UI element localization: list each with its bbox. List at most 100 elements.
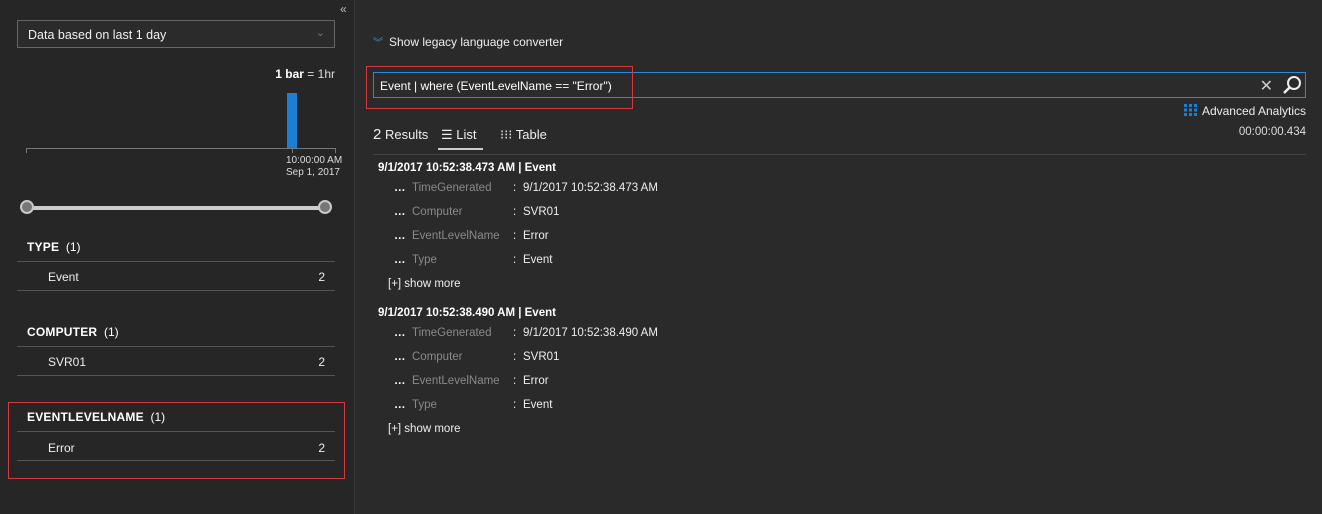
slider-handle-start[interactable] bbox=[20, 200, 34, 214]
double-chevron-down-icon: ︾ bbox=[373, 38, 383, 49]
field-menu-icon[interactable]: … bbox=[394, 182, 412, 194]
field-value[interactable]: 9/1/2017 10:52:38.473 AM bbox=[523, 182, 658, 194]
record-field: … Computer: SVR01 bbox=[394, 206, 559, 218]
field-separator: : bbox=[513, 206, 517, 218]
field-menu-icon[interactable]: … bbox=[394, 327, 412, 339]
facet-count: (1) bbox=[65, 240, 81, 254]
field-value[interactable]: SVR01 bbox=[523, 206, 559, 218]
record-field: … Type: Event bbox=[394, 399, 552, 411]
histogram-bar[interactable] bbox=[287, 93, 297, 148]
record-field: … TimeGenerated:9/1/2017 10:52:38.490 AM bbox=[394, 327, 658, 339]
results-label: Results bbox=[381, 127, 429, 142]
divider bbox=[17, 346, 335, 347]
field-name: Type bbox=[412, 254, 437, 266]
field-name: TimeGenerated bbox=[412, 182, 492, 194]
show-more-link[interactable]: [+] show more bbox=[388, 278, 461, 290]
histogram: 10:00:00 AM Sep 1, 2017 bbox=[26, 80, 342, 178]
field-value[interactable]: 9/1/2017 10:52:38.490 AM bbox=[523, 327, 658, 339]
histogram-tick bbox=[26, 148, 27, 153]
histogram-tick bbox=[335, 148, 336, 153]
field-separator: : bbox=[513, 375, 517, 387]
facet-item-count: 2 bbox=[318, 355, 325, 369]
advanced-analytics-link[interactable]: Advanced Analytics bbox=[1183, 104, 1306, 118]
field-separator: : bbox=[513, 351, 517, 363]
list-icon: ☰ bbox=[441, 127, 453, 142]
field-name: EventLevelName bbox=[412, 230, 500, 242]
advanced-analytics-label: Advanced Analytics bbox=[1201, 104, 1306, 118]
divider bbox=[373, 154, 1306, 155]
bar-legend-unit: 1 bar bbox=[275, 67, 304, 81]
results-count: 2 Results bbox=[373, 126, 428, 143]
search-icon[interactable] bbox=[1281, 74, 1303, 96]
field-name: Type bbox=[412, 399, 437, 411]
time-range-value: Data based on last 1 day bbox=[28, 28, 167, 42]
show-more-link[interactable]: [+] show more bbox=[388, 423, 461, 435]
divider bbox=[17, 261, 335, 262]
active-tab-indicator bbox=[438, 148, 483, 150]
facet-title: COMPUTER (1) bbox=[27, 325, 119, 339]
facet-type: TYPE (1) Event 2 bbox=[17, 240, 335, 292]
field-separator: : bbox=[513, 254, 517, 266]
field-menu-icon[interactable]: … bbox=[394, 399, 412, 411]
field-menu-icon[interactable]: … bbox=[394, 206, 412, 218]
field-name: Computer bbox=[412, 351, 463, 363]
facet-computer: COMPUTER (1) SVR01 2 bbox=[17, 325, 335, 377]
record-field: … EventLevelName: Error bbox=[394, 375, 549, 387]
highlight-box bbox=[8, 402, 345, 479]
tab-list[interactable]: ☰ List bbox=[441, 127, 477, 143]
tab-table-label: Table bbox=[515, 127, 547, 142]
left-panel: « Data based on last 1 day ⌄ 1 bar = 1hr… bbox=[0, 0, 355, 514]
record-field: … EventLevelName: Error bbox=[394, 230, 549, 242]
table-icon: ⁝⁝⁝ bbox=[500, 127, 513, 142]
clear-icon[interactable]: ✕ bbox=[1260, 76, 1273, 96]
field-menu-icon[interactable]: … bbox=[394, 375, 412, 387]
facet-item-count: 2 bbox=[318, 270, 325, 284]
field-value[interactable]: Error bbox=[523, 375, 549, 387]
divider bbox=[17, 375, 335, 376]
field-value[interactable]: Event bbox=[523, 254, 552, 266]
histogram-tick bbox=[292, 148, 293, 153]
field-separator: : bbox=[513, 182, 517, 194]
field-separator: : bbox=[513, 399, 517, 411]
histogram-tick-label: 10:00:00 AM Sep 1, 2017 bbox=[286, 155, 342, 179]
record-field: … TimeGenerated:9/1/2017 10:52:38.473 AM bbox=[394, 182, 658, 194]
highlight-box bbox=[366, 66, 633, 109]
facet-title: TYPE (1) bbox=[27, 240, 81, 254]
field-menu-icon[interactable]: … bbox=[394, 351, 412, 363]
histogram-tick-date: Sep 1, 2017 bbox=[286, 167, 340, 178]
field-name: EventLevelName bbox=[412, 375, 500, 387]
field-value[interactable]: Event bbox=[523, 399, 552, 411]
time-range-dropdown[interactable]: Data based on last 1 day ⌄ bbox=[17, 20, 335, 48]
field-menu-icon[interactable]: … bbox=[394, 230, 412, 242]
histogram-axis bbox=[26, 148, 336, 149]
time-range-slider[interactable] bbox=[20, 200, 332, 216]
chevron-down-icon: ⌄ bbox=[315, 27, 325, 39]
field-name: TimeGenerated bbox=[412, 327, 492, 339]
tab-list-label: List bbox=[456, 127, 477, 142]
field-value[interactable]: SVR01 bbox=[523, 351, 559, 363]
record-title[interactable]: 9/1/2017 10:52:38.490 AM | Event bbox=[378, 307, 556, 319]
record-field: … Type: Event bbox=[394, 254, 552, 266]
facet-count: (1) bbox=[103, 325, 119, 339]
facet-item-label[interactable]: SVR01 bbox=[48, 355, 86, 369]
field-value[interactable]: Error bbox=[523, 230, 549, 242]
slider-track bbox=[28, 206, 324, 210]
field-separator: : bbox=[513, 327, 517, 339]
field-separator: : bbox=[513, 230, 517, 242]
record-title[interactable]: 9/1/2017 10:52:38.473 AM | Event bbox=[378, 162, 556, 174]
facet-item-label[interactable]: Event bbox=[48, 270, 79, 284]
advanced-analytics-icon bbox=[1183, 104, 1197, 116]
legacy-converter-link[interactable]: ︾ Show legacy language converter bbox=[373, 34, 563, 49]
slider-handle-end[interactable] bbox=[318, 200, 332, 214]
record-field: … Computer: SVR01 bbox=[394, 351, 559, 363]
facet-name: COMPUTER bbox=[27, 325, 98, 339]
elapsed-time: 00:00:00.434 bbox=[1238, 126, 1306, 138]
bar-legend: 1 bar = 1hr bbox=[275, 67, 335, 81]
field-menu-icon[interactable]: … bbox=[394, 254, 412, 266]
facet-name: TYPE bbox=[27, 240, 60, 254]
legacy-converter-label: Show legacy language converter bbox=[389, 35, 564, 49]
histogram-tick-time: 10:00:00 AM bbox=[286, 155, 343, 166]
tab-table[interactable]: ⁝⁝⁝ Table bbox=[500, 127, 547, 143]
field-name: Computer bbox=[412, 206, 463, 218]
collapse-left-icon[interactable]: « bbox=[340, 2, 347, 16]
